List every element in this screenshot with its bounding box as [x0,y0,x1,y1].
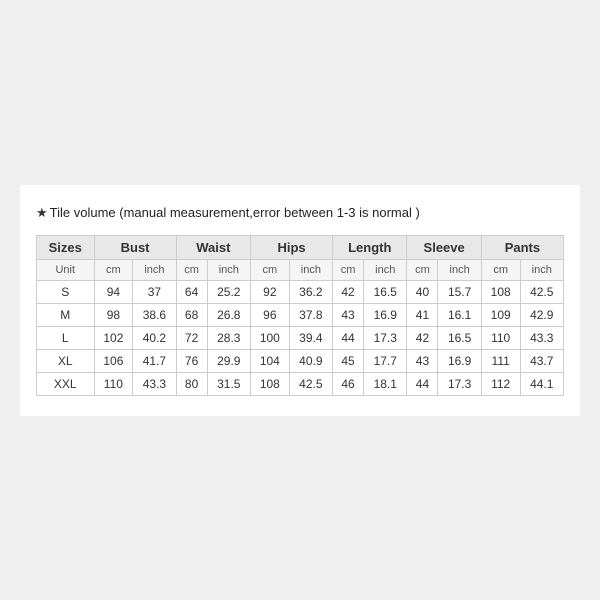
table-row: XL10641.77629.910440.94517.74316.911143.… [37,349,564,372]
cell-value: 111 [481,349,520,372]
cell-value: 80 [176,372,207,395]
cell-value: 76 [176,349,207,372]
cell-value: 98 [94,303,133,326]
cell-value: 64 [176,280,207,303]
cell-value: 36.2 [289,280,332,303]
cell-value: 31.5 [207,372,250,395]
cell-value: 45 [333,349,364,372]
table-row: M9838.66826.89637.84316.94116.110942.9 [37,303,564,326]
sleeve-cm-unit: cm [407,259,438,280]
cell-value: 43 [333,303,364,326]
sleeve-inch-unit: inch [438,259,481,280]
cell-value: 42.5 [289,372,332,395]
cell-value: 40.9 [289,349,332,372]
cell-value: 40 [407,280,438,303]
pants-inch-unit: inch [520,259,564,280]
cell-value: 43.3 [133,372,176,395]
cell-value: 43 [407,349,438,372]
sizes-header: Sizes [37,235,95,259]
hips-cm-unit: cm [251,259,290,280]
cell-value: 29.9 [207,349,250,372]
cell-value: 42.5 [520,280,564,303]
sleeve-header: Sleeve [407,235,481,259]
cell-value: 17.3 [364,326,407,349]
cell-value: 15.7 [438,280,481,303]
cell-value: 102 [94,326,133,349]
table-row: XXL11043.38031.510842.54618.14417.311244… [37,372,564,395]
cell-value: 16.5 [438,326,481,349]
cell-value: 44 [333,326,364,349]
cell-value: 110 [94,372,133,395]
length-header: Length [333,235,407,259]
cell-value: 18.1 [364,372,407,395]
waist-cm-unit: cm [176,259,207,280]
size-table: Sizes Bust Waist Hips Length Sleeve Pant… [36,235,564,396]
cell-value: 28.3 [207,326,250,349]
bust-header: Bust [94,235,176,259]
size-label: S [37,280,95,303]
cell-value: 109 [481,303,520,326]
cell-value: 44.1 [520,372,564,395]
length-inch-unit: inch [364,259,407,280]
cell-value: 41.7 [133,349,176,372]
cell-value: 68 [176,303,207,326]
title-text: ★Tile volume (manual measurement,error b… [36,205,564,221]
main-container: ★Tile volume (manual measurement,error b… [20,185,580,416]
cell-value: 108 [251,372,290,395]
cell-value: 112 [481,372,520,395]
cell-value: 25.2 [207,280,250,303]
cell-value: 16.9 [364,303,407,326]
size-label: M [37,303,95,326]
size-label: XL [37,349,95,372]
table-row: S94376425.29236.24216.54015.710842.5 [37,280,564,303]
size-label: XXL [37,372,95,395]
cell-value: 17.3 [438,372,481,395]
pants-header: Pants [481,235,563,259]
cell-value: 100 [251,326,290,349]
cell-value: 16.9 [438,349,481,372]
cell-value: 44 [407,372,438,395]
waist-inch-unit: inch [207,259,250,280]
bust-cm-unit: cm [94,259,133,280]
hips-header: Hips [251,235,333,259]
cell-value: 43.7 [520,349,564,372]
table-row: L10240.27228.310039.44417.34216.511043.3 [37,326,564,349]
cell-value: 38.6 [133,303,176,326]
cell-value: 42.9 [520,303,564,326]
unit-label: Unit [37,259,95,280]
bust-inch-unit: inch [133,259,176,280]
size-label: L [37,326,95,349]
cell-value: 37.8 [289,303,332,326]
cell-value: 16.1 [438,303,481,326]
hips-inch-unit: inch [289,259,332,280]
cell-value: 42 [333,280,364,303]
cell-value: 110 [481,326,520,349]
cell-value: 106 [94,349,133,372]
length-cm-unit: cm [333,259,364,280]
cell-value: 92 [251,280,290,303]
cell-value: 94 [94,280,133,303]
cell-value: 96 [251,303,290,326]
star-icon: ★ [36,205,48,220]
cell-value: 40.2 [133,326,176,349]
cell-value: 17.7 [364,349,407,372]
cell-value: 46 [333,372,364,395]
cell-value: 104 [251,349,290,372]
cell-value: 39.4 [289,326,332,349]
cell-value: 108 [481,280,520,303]
cell-value: 43.3 [520,326,564,349]
cell-value: 72 [176,326,207,349]
waist-header: Waist [176,235,250,259]
cell-value: 42 [407,326,438,349]
cell-value: 26.8 [207,303,250,326]
cell-value: 41 [407,303,438,326]
pants-cm-unit: cm [481,259,520,280]
cell-value: 37 [133,280,176,303]
cell-value: 16.5 [364,280,407,303]
